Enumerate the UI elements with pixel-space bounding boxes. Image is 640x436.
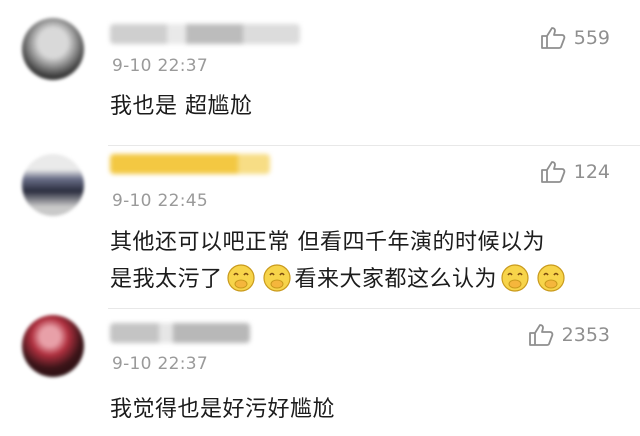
username-blurred[interactable] xyxy=(110,323,250,343)
laughing-emoji-icon xyxy=(262,264,291,292)
like-count: 124 xyxy=(573,161,610,183)
thumbs-up-icon xyxy=(540,161,566,183)
username-blurred[interactable] xyxy=(110,24,300,44)
thumbs-up-icon xyxy=(540,27,566,49)
comment-timestamp: 9-10 22:45 xyxy=(112,191,208,211)
comment-text-segment: 看来大家都这么认为 xyxy=(294,267,498,292)
comment-timestamp: 9-10 22:37 xyxy=(112,354,208,374)
comment-text: 我也是 超尴尬 xyxy=(110,94,253,119)
laughing-emoji-icon xyxy=(537,264,565,292)
comment-item: 9-10 22:45 124 其他还可以吧正常 但看四千年演的时候以为 是我太污… xyxy=(0,146,640,311)
comment-text-line1: 其他还可以吧正常 但看四千年演的时候以为 xyxy=(110,230,545,255)
thumbs-up-icon xyxy=(528,324,553,346)
like-count: 559 xyxy=(573,27,610,49)
avatar[interactable] xyxy=(22,18,84,80)
comment-text: 我觉得也是好污好尴尬 xyxy=(110,397,336,422)
comment-item: 9-10 22:37 559 我也是 超尴尬 xyxy=(0,0,640,150)
like-button[interactable]: 2353 xyxy=(528,323,610,347)
comment-item: 9-10 22:37 2353 我觉得也是好污好尴尬 xyxy=(0,309,640,436)
comment-text-line2: 是我太污了 看来大家都这么认为 xyxy=(110,261,569,298)
comment-timestamp: 9-10 22:37 xyxy=(112,56,208,76)
comment-text-segment: 是我太污了 xyxy=(110,267,223,292)
like-count: 2353 xyxy=(561,324,610,346)
laughing-emoji-icon xyxy=(226,264,255,292)
like-button[interactable]: 124 xyxy=(540,160,610,184)
avatar[interactable] xyxy=(22,154,84,216)
like-button[interactable]: 559 xyxy=(540,26,610,50)
username-blurred[interactable] xyxy=(110,154,270,174)
laughing-emoji-icon xyxy=(501,264,529,292)
avatar[interactable] xyxy=(22,315,84,377)
